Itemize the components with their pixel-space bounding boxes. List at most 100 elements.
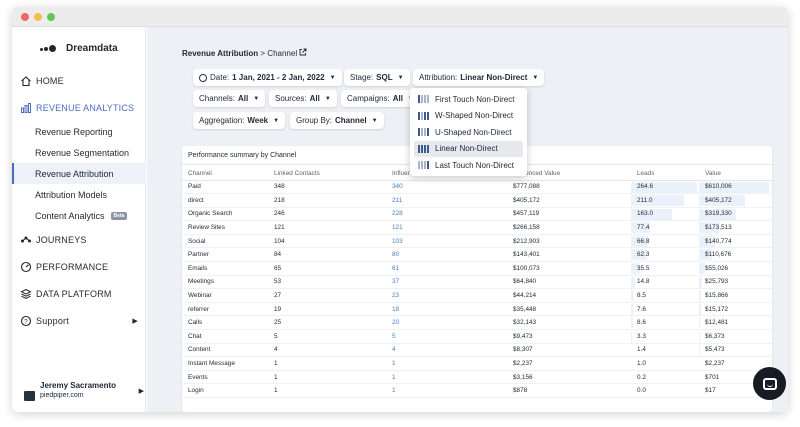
attribution-option-linear[interactable]: Linear Non-Direct — [414, 140, 523, 157]
attribution-option-u-shaped[interactable]: U-Shaped Non-Direct — [414, 124, 523, 141]
table-cell: 27 — [268, 288, 386, 303]
table-row[interactable]: Instant Message 1 1 $2,237 1.0 $2,237 — [182, 356, 772, 371]
table-cell: 264.6 — [631, 180, 699, 195]
table-row[interactable]: Emails 65 61 $100,073 35.5 $55,026 — [182, 261, 772, 276]
attribution-filter[interactable]: Attribution: Linear Non-Direct ▼ — [413, 69, 545, 86]
table-cell: $6,373 — [699, 329, 772, 344]
table-row[interactable]: Login 1 1 $878 0.0 $17 — [182, 383, 772, 398]
stage-filter[interactable]: Stage: SQL ▼ — [344, 69, 410, 86]
user-menu[interactable]: Jeremy Sacramento piedpiper.com ▶ — [24, 379, 144, 405]
cell-value: $701 — [705, 373, 720, 381]
table-row[interactable]: Chat 5 5 $9,473 3.3 $6,373 — [182, 329, 772, 344]
sidebar-subitem-revenue-attribution[interactable]: Revenue Attribution — [12, 163, 146, 184]
table-row[interactable]: Review Sites 121 121 $266,158 77.4 $173,513 — [182, 220, 772, 235]
table-row[interactable]: Organic Search 246 228 $457,119 163.0 $319,33… — [182, 207, 772, 222]
cell-value: 211 — [392, 196, 403, 204]
option-label: W-Shaped Non-Direct — [435, 111, 514, 121]
table-cell: $55,026 — [699, 261, 772, 276]
table-cell[interactable]: 5 — [386, 329, 507, 344]
attribution-option-first-touch[interactable]: First Touch Non-Direct — [414, 91, 523, 108]
group-by-filter[interactable]: Group By: Channel ▼ — [290, 112, 384, 129]
table-row[interactable]: Meetings 53 37 $64,840 14.8 $25,793 — [182, 275, 772, 290]
table-cell[interactable]: 80 — [386, 247, 507, 263]
table-cell[interactable]: 18 — [386, 302, 507, 317]
cell-bar — [699, 303, 701, 315]
cell-value: Chat — [188, 332, 202, 340]
filter-label: Group By: — [296, 116, 333, 125]
sidebar-item-home[interactable]: HOME — [12, 67, 146, 94]
breadcrumb-parent[interactable]: Revenue Attribution — [182, 49, 258, 58]
table-cell[interactable]: 211 — [386, 193, 507, 208]
cell-value: 61 — [392, 264, 400, 272]
table-row[interactable]: Paid 348 340 $777,088 264.6 $610,006 — [182, 180, 772, 195]
cell-bar — [631, 276, 635, 288]
close-window-button[interactable] — [21, 13, 29, 21]
org-logo-icon — [24, 391, 35, 401]
sidebar-item-performance[interactable]: PERFORMANCE — [12, 253, 146, 280]
sidebar-item-data-platform[interactable]: DATA PLATFORM — [12, 280, 146, 307]
table-cell: $100,073 — [507, 261, 631, 276]
table-cell[interactable]: 61 — [386, 261, 507, 276]
table-cell[interactable]: 37 — [386, 275, 507, 290]
table-cell[interactable]: 1 — [386, 356, 507, 371]
table-cell[interactable]: 340 — [386, 180, 507, 195]
table-row[interactable]: direct 218 211 $405,172 211.0 $405,172 — [182, 193, 772, 208]
sidebar-item-revenue-analytics[interactable]: REVENUE ANALYTICS — [12, 94, 146, 121]
column-header[interactable]: Leads — [631, 167, 699, 181]
table-row[interactable]: Partner 84 80 $143,401 62.3 $110,676 — [182, 247, 772, 263]
table-cell[interactable]: 23 — [386, 288, 507, 303]
sidebar-subitem-content-analytics[interactable]: Content Analytics Beta — [12, 205, 146, 226]
cell-value: 84 — [274, 251, 282, 259]
table-row[interactable]: Content 4 4 $8,307 1.4 $5,473 — [182, 343, 772, 358]
cell-value: 121 — [274, 224, 285, 232]
table-cell[interactable]: 4 — [386, 343, 507, 358]
cell-bar — [699, 317, 700, 329]
table-cell[interactable]: 1 — [386, 383, 507, 398]
table-cell: $9,473 — [507, 329, 631, 344]
maximize-window-button[interactable] — [47, 13, 55, 21]
user-name: Jeremy Sacramento — [40, 381, 117, 390]
table-cell: 218 — [268, 193, 386, 208]
logo-text: Dreamdata — [66, 43, 118, 54]
sidebar-item-journeys[interactable]: JOURNEYS — [12, 226, 146, 253]
sidebar-item-label: DATA PLATFORM — [36, 288, 112, 299]
table-row[interactable]: Social 104 103 $212,903 66.8 $140,774 — [182, 234, 772, 249]
table-cell[interactable]: 121 — [386, 220, 507, 235]
chevron-right-icon: ▶ — [132, 317, 138, 325]
table-cell[interactable]: 1 — [386, 370, 507, 385]
app-logo[interactable]: Dreamdata — [40, 43, 118, 54]
sources-filter[interactable]: Sources: All ▼ — [269, 90, 337, 107]
table-row[interactable]: Calls 25 20 $32,143 8.6 $12,481 — [182, 315, 772, 331]
attribution-option-w-shaped[interactable]: W-Shaped Non-Direct — [414, 108, 523, 125]
table-cell: Meetings — [182, 275, 268, 290]
table-row[interactable]: Webinar 27 23 $44,214 8.5 $15,866 — [182, 288, 772, 303]
sidebar-subitem-revenue-segmentation[interactable]: Revenue Segmentation — [12, 142, 146, 163]
table-cell: Content — [182, 343, 268, 358]
minimize-window-button[interactable] — [34, 13, 42, 21]
attribution-option-last-touch[interactable]: Last Touch Non-Direct — [414, 157, 523, 174]
column-header[interactable]: Value — [699, 167, 772, 181]
table-cell[interactable]: 103 — [386, 234, 507, 249]
cell-value: 121 — [392, 224, 403, 232]
cell-bar — [631, 331, 632, 343]
performance-icon — [20, 261, 32, 273]
sidebar-item-support[interactable]: ? Support ▶ — [12, 307, 146, 334]
column-header[interactable]: Linked Contacts — [268, 167, 386, 181]
sidebar-subitem-revenue-reporting[interactable]: Revenue Reporting — [12, 121, 146, 142]
cell-value: 5 — [392, 332, 396, 340]
table-cell[interactable]: 228 — [386, 207, 507, 222]
table-row[interactable]: Events 1 1 $3,156 0.2 $701 — [182, 370, 772, 385]
cell-value: 340 — [392, 183, 403, 191]
aggregation-filter[interactable]: Aggregation: Week ▼ — [193, 112, 286, 129]
table-cell: Review Sites — [182, 220, 268, 235]
cell-value: 77.4 — [637, 224, 650, 232]
column-header[interactable]: Channel — [182, 167, 268, 181]
table-row[interactable]: referrer 19 18 $35,448 7.6 $15,172 — [182, 302, 772, 317]
chat-support-button[interactable] — [753, 367, 786, 400]
channels-filter[interactable]: Channels: All ▼ — [193, 90, 266, 107]
external-link-icon[interactable] — [299, 48, 307, 58]
campaigns-filter[interactable]: Campaigns: All ▼ — [341, 90, 420, 107]
table-cell[interactable]: 20 — [386, 315, 507, 331]
sidebar-subitem-attribution-models[interactable]: Attribution Models — [12, 184, 146, 205]
date-filter[interactable]: Date: 1 Jan, 2021 - 2 Jan, 2022 ▼ — [193, 69, 342, 86]
